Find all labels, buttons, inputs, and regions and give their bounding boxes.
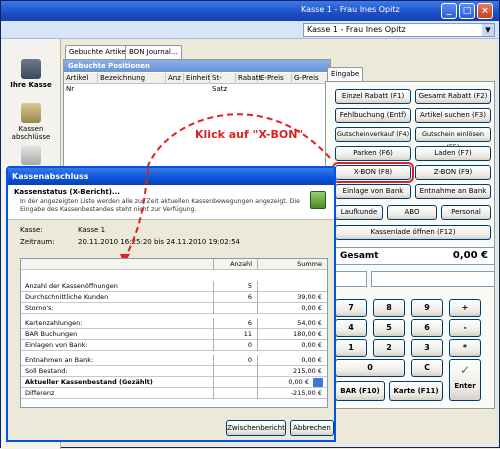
row-summe: 0,00 € <box>257 355 325 366</box>
table-row: Soll Bestand: 215,00 € <box>21 366 327 377</box>
row-label: Durchschnittliche Kunden <box>25 293 109 301</box>
table-row: Storno's: 0,00 € <box>21 303 327 314</box>
row-anzahl: 5 <box>213 281 255 292</box>
abbrechen-button[interactable]: Abbrechen <box>290 420 334 436</box>
row-summe: 180,00 € <box>257 329 325 340</box>
table-row: Kartenzahlungen: 6 54,00 € <box>21 318 327 329</box>
row-summe: 215,00 € <box>257 366 325 377</box>
row-label: Differenz <box>25 389 55 397</box>
col-summe: Summe <box>257 259 325 270</box>
row-summe: 54,00 € <box>257 318 325 329</box>
annotation-label: Klick auf "X-BON" <box>195 128 304 141</box>
row-label: BAR Buchungen <box>25 330 78 338</box>
row-anzahl: 0 <box>213 355 255 366</box>
row-summe: -215,00 € <box>257 388 325 399</box>
row-anzahl <box>213 388 255 399</box>
row-anzahl: 0 <box>213 340 255 351</box>
table-row: BAR Buchungen 11 180,00 € <box>21 329 327 340</box>
row-label: Anzahl der Kassenöffnungen <box>25 282 118 290</box>
row-anzahl <box>213 303 255 314</box>
row-summe: 0,00 € <box>257 340 325 351</box>
table-row: Differenz -215,00 € <box>21 388 327 399</box>
table-row: Entnahmen an Bank: 0 0,00 € <box>21 355 327 366</box>
report-table: Anzahl Summe Anzahl der Kassenöffnungen … <box>20 258 328 408</box>
row-anzahl: 6 <box>213 292 255 303</box>
table-row: Aktueller Kassenbestand (Gezählt) 0,00 € <box>21 377 327 388</box>
calculator-icon[interactable] <box>313 378 323 387</box>
table-row: Anzahl der Kassenöffnungen 5 <box>21 281 327 292</box>
row-label: Aktueller Kassenbestand (Gezählt) <box>25 378 153 386</box>
row-summe: 0,00 € <box>257 303 325 314</box>
table-header: Anzahl Summe <box>21 259 327 270</box>
row-summe: 39,00 € <box>257 292 325 303</box>
row-label: Entnahmen an Bank: <box>25 356 94 364</box>
row-anzahl <box>213 366 255 377</box>
row-label: Storno's: <box>25 304 54 312</box>
row-label: Soll Bestand: <box>25 367 68 375</box>
row-label: Einlagen von Bank: <box>25 341 88 349</box>
row-anzahl <box>213 377 255 388</box>
row-anzahl: 6 <box>213 318 255 329</box>
row-summe <box>257 281 325 292</box>
row-label: Kartenzahlungen: <box>25 319 83 327</box>
row-anzahl: 11 <box>213 329 255 340</box>
col-anzahl: Anzahl <box>213 259 255 270</box>
kassenabschluss-dialog: Kassenabschluss Kassenstatus (X-Bericht)… <box>6 166 336 442</box>
table-row: Einlagen von Bank: 0 0,00 € <box>21 340 327 351</box>
zwischenbericht-button[interactable]: Zwischenbericht <box>226 420 286 436</box>
table-row: Durchschnittliche Kunden 6 39,00 € <box>21 292 327 303</box>
